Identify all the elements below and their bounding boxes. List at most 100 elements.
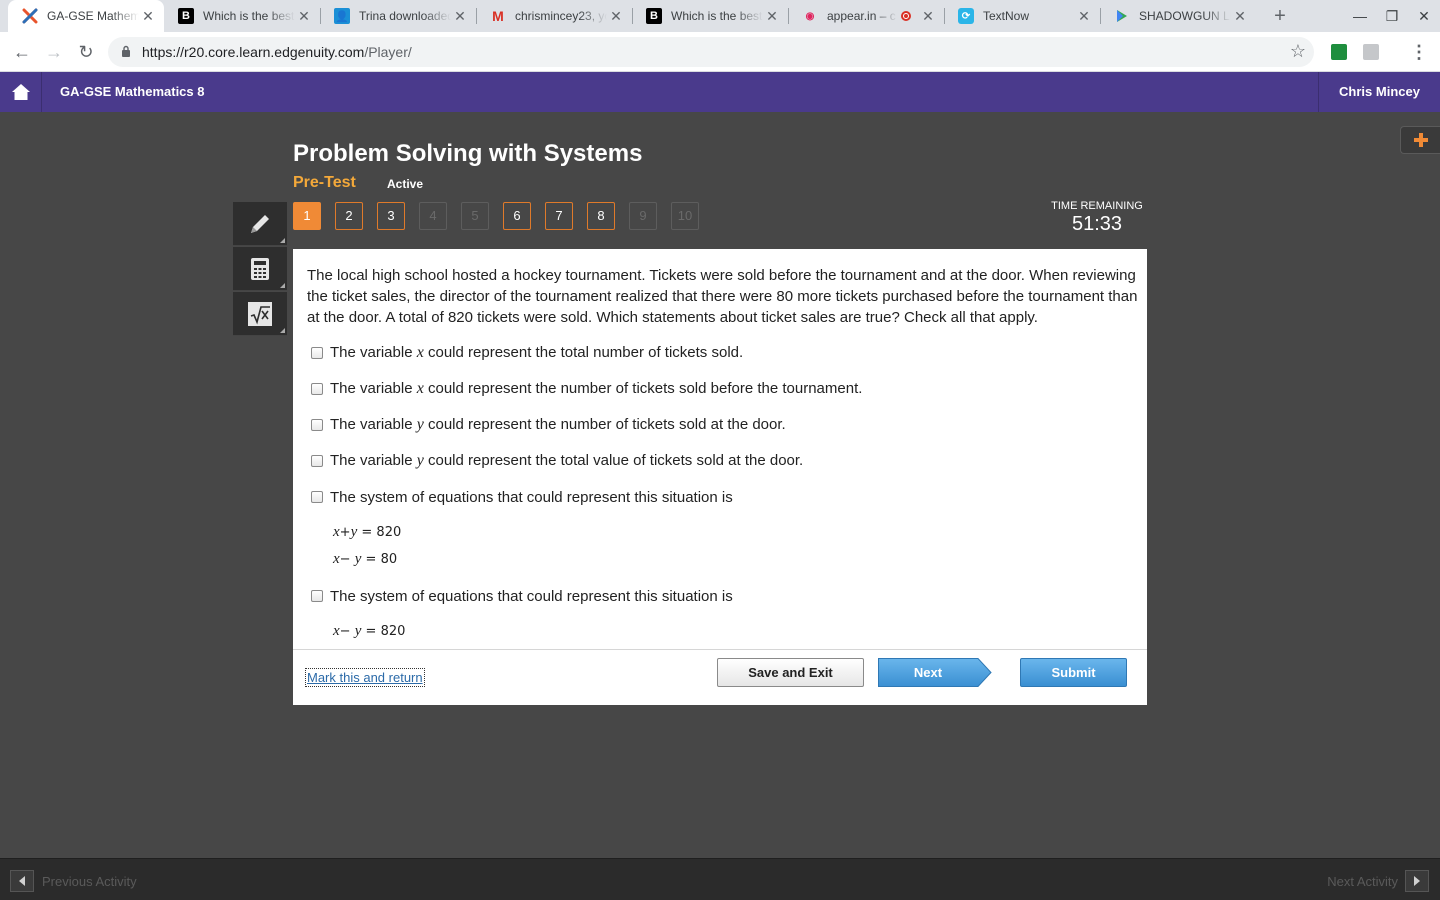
close-tab-icon[interactable]: ✕ [764,8,780,24]
answer-option-4[interactable]: The variable y could represent the total… [311,451,803,471]
brainly-b-icon: B [178,8,194,24]
restore-icon[interactable]: ❐ [1382,6,1402,26]
question-button-2[interactable]: 2 [335,202,363,230]
formula-tool-button[interactable] [233,292,287,336]
question-button-3[interactable]: 3 [377,202,405,230]
option-text: The system of equations that could repre… [330,587,733,605]
browser-tab-1[interactable]: B Which is the best ✕ [164,0,320,32]
browser-tab-7[interactable]: SHADOWGUN LE ✕ [1100,0,1256,32]
close-tab-icon[interactable]: ✕ [920,8,936,24]
tab-title: GA-GSE Mathematics 8 [47,9,139,23]
appear-in-icon: ◉ [805,10,815,22]
textnow-icon: ⟳ [958,8,974,24]
checkbox[interactable] [311,491,323,503]
tab-title: Which is the best [203,9,295,23]
option-text: The system of equations that could repre… [330,488,733,506]
checkbox[interactable] [311,455,323,467]
cast-extension-icon[interactable] [1363,44,1379,60]
browser-tab-3[interactable]: M chrismincey23, you ✕ [476,0,632,32]
calculator-tool-button[interactable] [233,247,287,291]
new-tab-icon[interactable]: + [1270,6,1290,26]
recording-icon [901,11,911,21]
answer-option-6[interactable]: The system of equations that could repre… [311,586,733,606]
question-button-6[interactable]: 6 [503,202,531,230]
user-name-menu[interactable]: Chris Mincey [1318,72,1440,112]
forward-icon[interactable]: → [42,40,66,64]
submit-button[interactable]: Submit [1020,658,1127,687]
edgenuity-x-icon [22,8,38,24]
answer-option-5[interactable]: The system of equations that could repre… [311,487,733,507]
mark-and-return-link[interactable]: Mark this and return [305,668,425,687]
checkbox[interactable] [311,347,323,359]
checkbox[interactable] [311,383,323,395]
previous-activity-button[interactable] [10,870,34,892]
close-tab-icon[interactable]: ✕ [452,8,468,24]
url-path: /Player/ [364,44,412,60]
equation-line: x+y = 820 [333,524,402,540]
tab-title: Which is the best [671,9,763,23]
bookmark-star-icon[interactable]: ☆ [1290,41,1306,62]
answer-option-1[interactable]: The variable x could represent the total… [311,343,743,363]
question-button-9: 9 [629,202,657,230]
question-footer: Mark this and return Save and Exit Next … [293,649,1147,705]
answer-option-3[interactable]: The variable y could represent the numbe… [311,415,786,435]
calculator-icon [251,257,269,280]
tab-title: TextNow [983,9,1030,23]
time-remaining-label: TIME REMAINING [1051,200,1143,212]
close-tab-icon[interactable]: ✕ [296,8,312,24]
home-button[interactable] [0,72,42,112]
previous-activity-label: Previous Activity [42,874,137,889]
contacts-icon: 👤 [334,8,350,24]
question-button-1[interactable]: 1 [293,202,321,230]
course-title: GA-GSE Mathematics 8 [60,84,205,99]
close-window-icon[interactable]: ✕ [1414,6,1434,26]
gmail-icon: M [492,8,504,24]
lesson-title: Problem Solving with Systems [293,140,643,167]
next-activity-label: Next Activity [1327,874,1398,889]
browser-tab-6[interactable]: ⟳ TextNow ✕ [944,0,1100,32]
browser-tab-4[interactable]: B Which is the best ✕ [632,0,788,32]
back-icon[interactable]: ← [10,40,34,64]
question-panel: The local high school hosted a hockey to… [293,249,1147,705]
tab-title: Trina downloaded [359,9,451,23]
tools-panel [233,202,287,337]
question-button-4: 4 [419,202,447,230]
option-text: The variable y could represent the numbe… [330,416,786,433]
pencil-icon [251,214,269,233]
activity-navigation-bar: Previous Activity Next Activity [0,858,1440,900]
question-button-10: 10 [671,202,699,230]
close-tab-icon[interactable]: ✕ [608,8,624,24]
option-text: The variable x could represent the numbe… [330,380,863,397]
reload-icon[interactable]: ↻ [74,40,98,64]
browser-tab-0[interactable]: GA-GSE Mathematics 8 ✕ [8,0,164,32]
activity-type: Pre-Test [293,174,356,191]
checkbox[interactable] [311,419,323,431]
add-notes-button[interactable] [1400,126,1440,154]
question-button-5: 5 [461,202,489,230]
play-store-icon [1114,8,1130,24]
time-remaining-value: 51:33 [1071,213,1123,235]
close-tab-icon[interactable]: ✕ [140,8,156,24]
next-activity-button[interactable] [1405,870,1429,892]
browser-menu-icon[interactable]: ⋮ [1410,40,1428,64]
google-classroom-extension-icon[interactable] [1331,44,1347,60]
pencil-tool-button[interactable] [233,202,287,246]
question-button-7[interactable]: 7 [545,202,573,230]
question-button-8[interactable]: 8 [587,202,615,230]
close-tab-icon[interactable]: ✕ [1232,8,1248,24]
answer-option-2[interactable]: The variable x could represent the numbe… [311,379,862,399]
caret-left-icon [19,876,25,886]
tab-title: SHADOWGUN LE [1139,9,1231,23]
tab-title: chrismincey23, you [515,9,607,23]
plus-icon [1413,133,1428,147]
save-and-exit-button[interactable]: Save and Exit [717,658,864,687]
close-tab-icon[interactable]: ✕ [1076,8,1092,24]
browser-tab-2[interactable]: 👤 Trina downloaded ✕ [320,0,476,32]
brainly-b-icon: B [646,8,662,24]
browser-tab-5[interactable]: ◉ appear.in – c ✕ [788,0,944,32]
address-bar[interactable]: https://r20.core.learn.edgenuity.com/Pla… [108,37,1314,67]
next-button[interactable]: Next [878,658,992,687]
minimize-icon[interactable]: — [1350,6,1370,26]
browser-toolbar: ← → ↻ https://r20.core.learn.edgenuity.c… [0,32,1440,72]
checkbox[interactable] [311,590,323,602]
